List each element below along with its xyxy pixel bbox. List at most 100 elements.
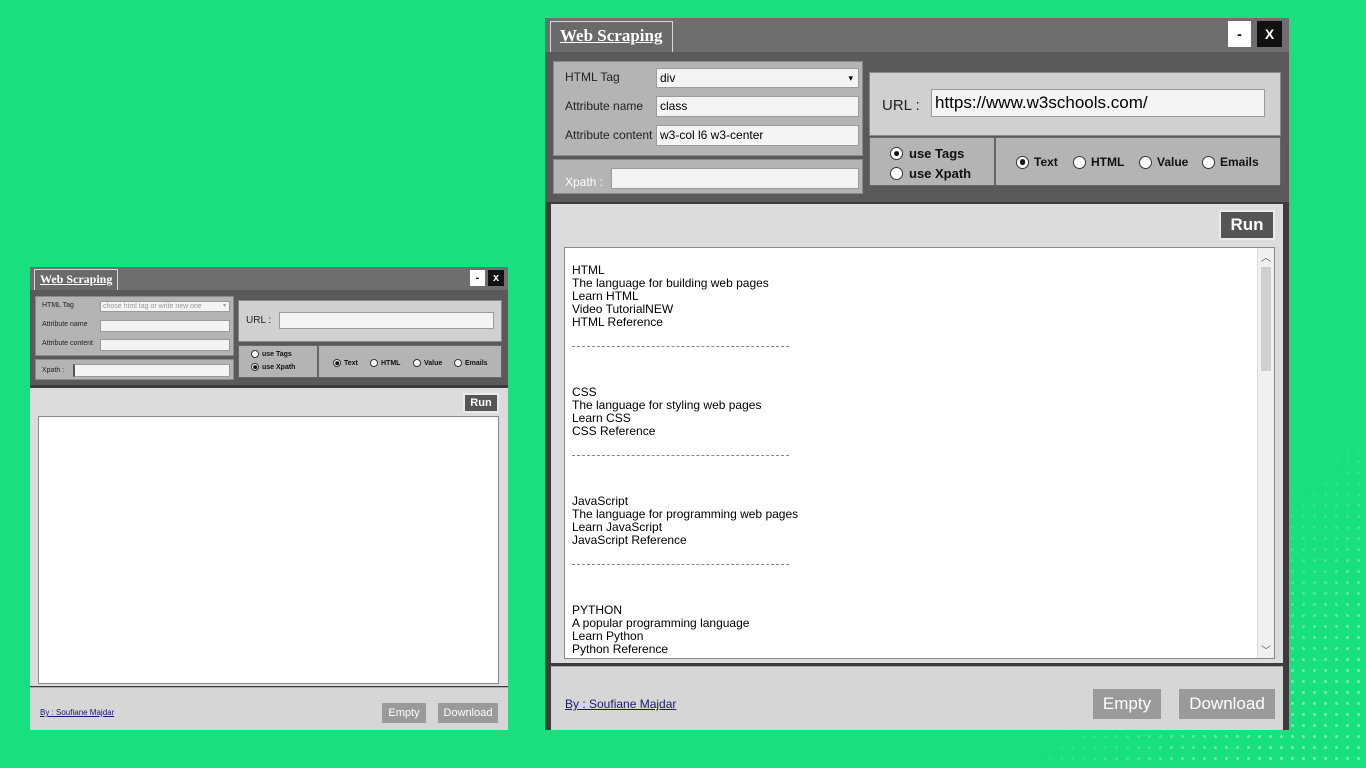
html-tag-label: HTML Tag — [565, 70, 620, 84]
url-value: https://www.w3schools.com/ — [935, 93, 1148, 112]
attribute-name-value: class — [660, 99, 688, 113]
output-block-html: HTML The language for building web pages… — [572, 264, 798, 329]
footer: By : Soufiane Majdar Empty Download — [30, 687, 508, 730]
radio-indicator — [890, 147, 903, 160]
footer: By : Soufiane Majdar Empty Download — [551, 666, 1283, 730]
text-radio[interactable]: Text — [333, 359, 358, 367]
main-area: Run — [30, 388, 508, 686]
text-option-label: Text — [1034, 155, 1058, 169]
run-button[interactable]: Run — [463, 393, 499, 413]
emails-option-label: Emails — [465, 359, 488, 367]
value-option-label: Value — [424, 359, 443, 367]
separator-line — [572, 346, 789, 347]
output-textarea[interactable]: HTML The language for building web pages… — [564, 247, 1275, 659]
radio-indicator — [890, 167, 903, 180]
output-line: Python Reference — [572, 642, 669, 656]
large-app-window: Web Scraping - X HTML Tag div ▾ Attribut… — [545, 18, 1289, 730]
output-block-javascript: JavaScript The language for programming … — [572, 495, 798, 547]
emails-radio[interactable]: Emails — [454, 359, 488, 367]
chevron-down-icon: ▾ — [222, 303, 226, 309]
xpath-label: Xpath : — [565, 175, 604, 189]
download-button[interactable]: Download — [1179, 689, 1275, 719]
xpath-box: Xpath : — [553, 159, 863, 194]
radio-indicator — [1073, 155, 1086, 169]
empty-button[interactable]: Empty — [1093, 689, 1161, 719]
value-radio[interactable]: Value — [1139, 155, 1188, 169]
use-tags-radio[interactable]: use Tags — [890, 146, 964, 161]
output-block-python: PYTHON A popular programming language Le… — [572, 604, 798, 656]
minimize-button[interactable]: - — [470, 270, 485, 286]
scroll-down-icon[interactable]: ﹀ — [1258, 641, 1274, 658]
html-option-label: HTML — [1091, 155, 1125, 169]
close-button[interactable]: X — [1257, 21, 1282, 47]
minimize-button[interactable]: - — [1228, 21, 1251, 47]
settings-panel: HTML Tag chose html tag or write new one… — [30, 290, 508, 385]
window-title: Web Scraping — [550, 21, 673, 52]
scrollbar-thumb[interactable] — [1261, 267, 1271, 371]
url-label: URL : — [246, 315, 272, 326]
html-radio[interactable]: HTML — [1073, 155, 1124, 169]
use-tags-label: use Tags — [909, 146, 965, 161]
url-input[interactable]: https://www.w3schools.com/ — [931, 89, 1265, 117]
html-tag-placeholder: chose html tag or write new one — [103, 303, 202, 310]
emails-radio[interactable]: Emails — [1202, 155, 1259, 169]
use-tags-radio[interactable]: use Tags — [251, 350, 292, 358]
title-bar: Web Scraping - x — [30, 267, 508, 290]
output-type-box: Text HTML Value Emails — [318, 345, 502, 378]
text-radio[interactable]: Text — [1016, 155, 1058, 169]
attribute-content-label: Attribute content — [565, 128, 653, 142]
url-box: URL : — [238, 300, 502, 342]
main-area: Run HTML The language for building web p… — [551, 204, 1283, 663]
author-link[interactable]: By : Soufiane Majdar — [40, 708, 114, 717]
title-bar: Web Scraping - X — [545, 18, 1289, 52]
close-button[interactable]: x — [488, 270, 504, 286]
use-xpath-radio[interactable]: use Xpath — [251, 363, 295, 371]
html-tag-value: div — [660, 71, 676, 85]
attribute-name-label: Attribute name — [565, 99, 644, 113]
attribute-name-label: Attribute name — [42, 321, 88, 328]
output-line: HTML Reference — [572, 315, 663, 329]
html-option-label: HTML — [381, 359, 401, 367]
attribute-content-value: w3-col l6 w3-center — [660, 128, 764, 142]
settings-panel: HTML Tag div ▾ Attribute name class Attr… — [545, 52, 1289, 202]
run-button[interactable]: Run — [1219, 210, 1275, 240]
use-xpath-radio[interactable]: use Xpath — [890, 166, 971, 181]
download-button[interactable]: Download — [438, 703, 498, 723]
empty-button[interactable]: Empty — [382, 703, 426, 723]
vertical-scrollbar[interactable]: ︿ ﹀ — [1257, 248, 1274, 658]
xpath-label: Xpath : — [42, 367, 65, 374]
xpath-input[interactable] — [611, 168, 859, 189]
output-line: JavaScript Reference — [572, 533, 687, 547]
output-textarea[interactable] — [38, 416, 499, 684]
separator-line — [572, 564, 789, 565]
radio-indicator — [454, 359, 462, 367]
value-option-label: Value — [1157, 155, 1189, 169]
url-box: URL : https://www.w3schools.com/ — [869, 72, 1281, 136]
attribute-content-input[interactable] — [100, 339, 230, 351]
attribute-name-input[interactable]: class — [656, 96, 859, 117]
html-radio[interactable]: HTML — [370, 359, 400, 367]
small-app-window: Web Scraping - x HTML Tag chose html tag… — [30, 267, 508, 730]
window-title: Web Scraping — [34, 269, 119, 290]
xpath-input[interactable] — [73, 364, 230, 377]
output-line: CSS Reference — [572, 424, 656, 438]
output-text: HTML The language for building web pages… — [572, 264, 798, 656]
html-tag-select[interactable]: div ▾ — [656, 68, 859, 88]
selector-mode-box: use Tags use Xpath — [238, 345, 318, 378]
scroll-up-icon[interactable]: ︿ — [1258, 248, 1274, 265]
value-radio[interactable]: Value — [413, 359, 442, 367]
separator-line — [572, 455, 789, 456]
author-link[interactable]: By : Soufiane Majdar — [565, 697, 676, 711]
tag-attribute-box: HTML Tag chose html tag or write new one… — [35, 296, 234, 356]
attribute-content-input[interactable]: w3-col l6 w3-center — [656, 125, 859, 146]
radio-indicator — [251, 350, 259, 358]
text-option-label: Text — [344, 359, 358, 367]
chevron-down-icon: ▾ — [848, 73, 853, 83]
radio-indicator — [1139, 155, 1152, 169]
attribute-name-input[interactable] — [100, 320, 230, 332]
attribute-content-label: Attribute content — [42, 340, 93, 347]
radio-indicator — [1016, 155, 1029, 169]
html-tag-select[interactable]: chose html tag or write new one ▾ — [100, 301, 230, 312]
use-xpath-label: use Xpath — [262, 363, 296, 371]
url-input[interactable] — [279, 312, 494, 329]
